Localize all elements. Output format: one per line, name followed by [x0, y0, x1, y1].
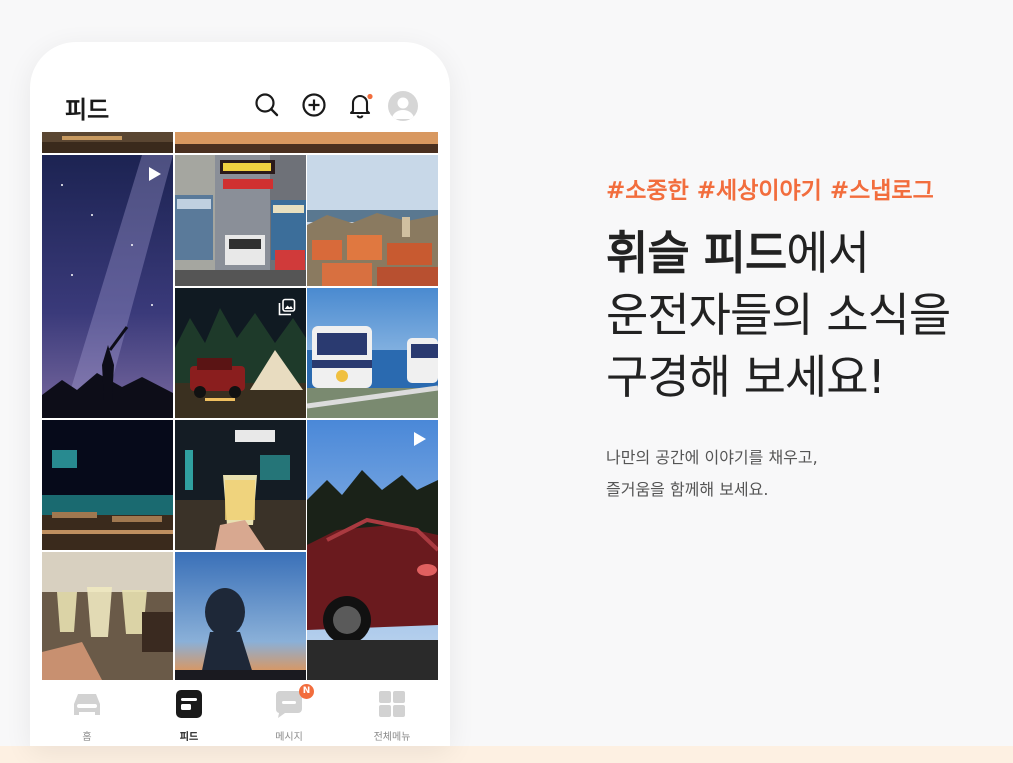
- headline-line-3: 구경해 보세요!: [606, 350, 886, 404]
- feed-tile[interactable]: [175, 420, 306, 550]
- feed-tile[interactable]: [175, 155, 306, 286]
- play-icon: [410, 430, 428, 448]
- new-badge: N: [299, 684, 314, 699]
- phone-mockup: 피드 홈 피드 N 메시지 전체메뉴: [30, 42, 450, 746]
- app-header: 피드: [30, 42, 450, 132]
- feed-tile[interactable]: [307, 420, 438, 680]
- headline-line-1: 휘슬 피드에서: [606, 222, 950, 284]
- feed-grid: [42, 132, 438, 680]
- feed-tile-partial[interactable]: [175, 132, 438, 153]
- nav-label: 홈: [82, 732, 92, 743]
- nav-label: 메시지: [275, 732, 303, 743]
- add-circle-icon[interactable]: [299, 90, 329, 120]
- profile-avatar[interactable]: [388, 91, 418, 121]
- bell-icon[interactable]: [345, 90, 375, 120]
- feed-tile[interactable]: [175, 288, 306, 418]
- feed-tile[interactable]: [307, 155, 438, 286]
- play-icon: [145, 165, 163, 183]
- car-icon: [71, 689, 103, 719]
- subtext-line-1: 나만의 공간에 이야기를 채우고,: [606, 448, 818, 467]
- hashtags: #소중한 #세상이야기 #스냅로그: [606, 178, 934, 204]
- feed-tile-partial[interactable]: [42, 132, 173, 153]
- search-icon[interactable]: [252, 90, 282, 120]
- page-title: 피드: [65, 96, 110, 124]
- nav-item-messages[interactable]: N 메시지: [239, 680, 339, 746]
- bottom-strip: [0, 746, 1013, 763]
- gallery-icon: [278, 298, 296, 316]
- nav-item-home[interactable]: 홈: [37, 680, 137, 746]
- headline-line-2: 운전자들의 소식을: [606, 288, 951, 342]
- nav-label: 전체메뉴: [373, 732, 411, 743]
- feed-icon: [173, 689, 205, 719]
- nav-item-feed[interactable]: 피드: [139, 680, 239, 746]
- nav-item-all-menu[interactable]: 전체메뉴: [342, 680, 442, 746]
- feed-tile[interactable]: [42, 552, 173, 680]
- grid-menu-icon: [376, 689, 408, 719]
- feed-tile[interactable]: [307, 288, 438, 418]
- feed-tile[interactable]: [42, 155, 173, 418]
- bottom-nav: 홈 피드 N 메시지 전체메뉴: [30, 680, 450, 746]
- headline-bold: 휘슬 피드: [606, 226, 787, 280]
- subtext: 나만의 공간에 이야기를 채우고, 즐거움을 함께해 보세요.: [606, 442, 818, 506]
- headline-rest: 에서: [786, 226, 870, 280]
- headline: 휘슬 피드에서 운전자들의 소식을 구경해 보세요!: [606, 222, 951, 408]
- subtext-line-2: 즐거움을 함께해 보세요.: [606, 480, 769, 499]
- nav-label: 피드: [179, 732, 199, 743]
- notification-dot: [367, 93, 373, 100]
- feed-tile[interactable]: [175, 552, 306, 680]
- feed-tile[interactable]: [42, 420, 173, 550]
